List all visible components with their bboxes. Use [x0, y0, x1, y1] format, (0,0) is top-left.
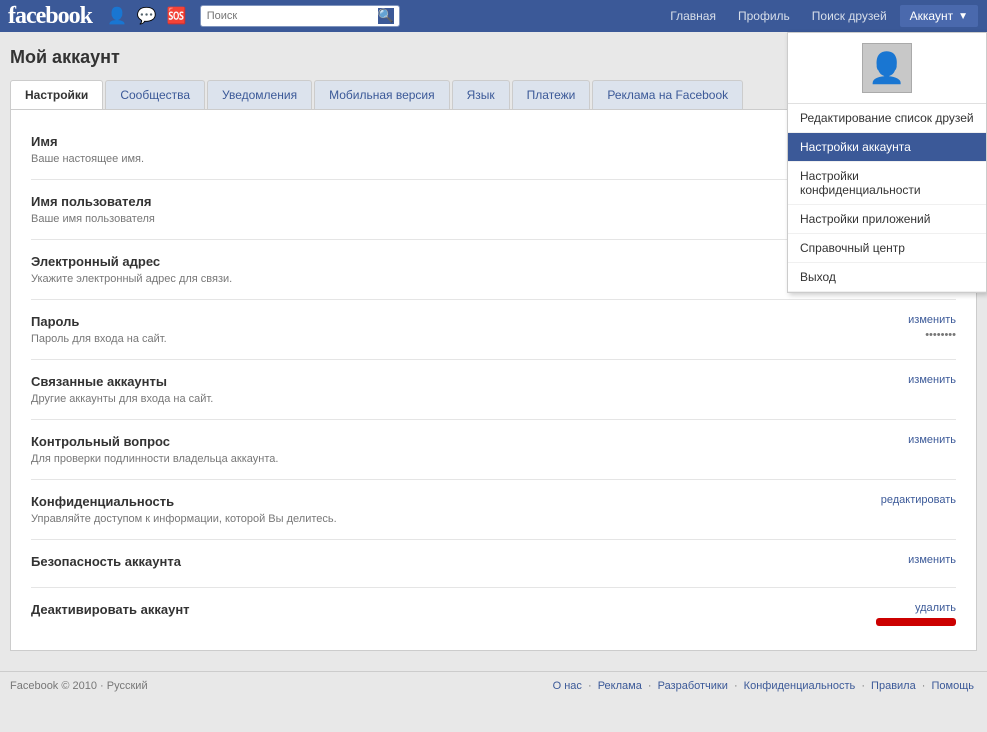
nav-find-friends[interactable]: Поиск друзей: [802, 4, 897, 28]
nav-home[interactable]: Главная: [660, 4, 726, 28]
nav-profile[interactable]: Профиль: [728, 4, 800, 28]
setting-password: Пароль Пароль для входа на сайт. изменит…: [31, 300, 956, 360]
setting-linked-accounts-left: Связанные аккаунты Другие аккаунты для в…: [31, 374, 836, 405]
setting-linked-accounts-action[interactable]: изменить: [908, 374, 956, 386]
facebook-logo: facebook: [8, 3, 92, 30]
dropdown-edit-friends[interactable]: Редактирование список друзей: [788, 104, 986, 133]
setting-username-desc: Ваше имя пользователя: [31, 213, 836, 225]
footer: Facebook © 2010 · Русский О нас · Реклам…: [0, 671, 987, 700]
setting-privacy-action[interactable]: редактировать: [881, 494, 956, 506]
dropdown-help[interactable]: Справочный центр: [788, 234, 986, 263]
setting-privacy-desc: Управляйте доступом к информации, которо…: [31, 513, 836, 525]
setting-deactivate: Деактивировать аккаунт удалить: [31, 588, 956, 640]
tab-notifications[interactable]: Уведомления: [207, 80, 312, 109]
setting-deactivate-left: Деактивировать аккаунт: [31, 602, 836, 621]
setting-security-question: Контрольный вопрос Для проверки подлинно…: [31, 420, 956, 480]
footer-link-about[interactable]: О нас: [553, 680, 582, 692]
setting-account-security-action[interactable]: изменить: [908, 554, 956, 566]
setting-username-left: Имя пользователя Ваше имя пользователя: [31, 194, 836, 225]
setting-account-security-right: изменить: [836, 554, 956, 566]
tab-communities[interactable]: Сообщества: [105, 80, 205, 109]
footer-links: О нас · Реклама · Разработчики · Конфиде…: [550, 680, 977, 692]
setting-security-question-action[interactable]: изменить: [908, 434, 956, 446]
setting-account-security: Безопасность аккаунта изменить: [31, 540, 956, 588]
avatar: 👤: [862, 43, 912, 93]
setting-linked-accounts-right: изменить: [836, 374, 956, 386]
setting-deactivate-action[interactable]: удалить: [915, 602, 956, 614]
footer-link-privacy[interactable]: Конфиденциальность: [744, 680, 856, 692]
account-button[interactable]: Аккаунт ▼: [899, 4, 979, 28]
setting-name-left: Имя Ваше настоящее имя.: [31, 134, 836, 165]
search-box: 🔍: [200, 5, 394, 27]
setting-name-desc: Ваше настоящее имя.: [31, 153, 836, 165]
setting-password-value: ••••••••: [925, 329, 956, 341]
account-dropdown: 👤 Редактирование список друзей Настройки…: [787, 32, 987, 293]
setting-security-question-desc: Для проверки подлинности владельца аккау…: [31, 453, 836, 465]
setting-deactivate-title: Деактивировать аккаунт: [31, 602, 836, 617]
dropdown-app-settings[interactable]: Настройки приложений: [788, 205, 986, 234]
footer-link-help[interactable]: Помощь: [932, 680, 975, 692]
setting-deactivate-right: удалить: [836, 602, 956, 626]
setting-security-question-left: Контрольный вопрос Для проверки подлинно…: [31, 434, 836, 465]
setting-account-security-title: Безопасность аккаунта: [31, 554, 836, 569]
setting-privacy-right: редактировать: [836, 494, 956, 506]
footer-link-developers[interactable]: Разработчики: [658, 680, 728, 692]
setting-privacy-title: Конфиденциальность: [31, 494, 836, 509]
footer-link-ads[interactable]: Реклама: [598, 680, 642, 692]
setting-password-desc: Пароль для входа на сайт.: [31, 333, 836, 345]
footer-link-rules[interactable]: Правила: [871, 680, 916, 692]
setting-privacy: Конфиденциальность Управляйте доступом к…: [31, 480, 956, 540]
setting-linked-accounts-title: Связанные аккаунты: [31, 374, 836, 389]
setting-security-question-right: изменить: [836, 434, 956, 446]
setting-email-left: Электронный адрес Укажите электронный ад…: [31, 254, 836, 285]
setting-password-action[interactable]: изменить: [908, 314, 956, 326]
dropdown-privacy-settings[interactable]: Настройки конфиденциальности: [788, 162, 986, 205]
tab-ads[interactable]: Реклама на Facebook: [592, 80, 743, 109]
setting-email-title: Электронный адрес: [31, 254, 836, 269]
setting-email-desc: Укажите электронный адрес для связи.: [31, 273, 836, 285]
setting-linked-accounts-desc: Другие аккаунты для входа на сайт.: [31, 393, 836, 405]
setting-password-left: Пароль Пароль для входа на сайт.: [31, 314, 836, 345]
setting-linked-accounts: Связанные аккаунты Другие аккаунты для в…: [31, 360, 956, 420]
search-input[interactable]: [200, 5, 400, 27]
search-button[interactable]: 🔍: [378, 8, 394, 24]
delete-bar: [876, 618, 956, 626]
avatar-container: 👤: [788, 33, 986, 104]
footer-copyright: Facebook © 2010 · Русский: [10, 680, 148, 692]
messages-icon[interactable]: 💬: [137, 6, 157, 26]
setting-username-title: Имя пользователя: [31, 194, 836, 209]
account-label: Аккаунт: [910, 9, 953, 23]
chevron-down-icon: ▼: [958, 11, 968, 22]
nav-links: Главная Профиль Поиск друзей Аккаунт ▼: [660, 4, 979, 28]
tab-mobile[interactable]: Мобильная версия: [314, 80, 450, 109]
setting-privacy-left: Конфиденциальность Управляйте доступом к…: [31, 494, 836, 525]
setting-password-right: изменить ••••••••: [836, 314, 956, 341]
friends-icon[interactable]: 👤: [107, 6, 127, 26]
setting-name-title: Имя: [31, 134, 836, 149]
tab-settings[interactable]: Настройки: [10, 80, 103, 109]
tab-language[interactable]: Язык: [452, 80, 510, 109]
tab-payments[interactable]: Платежи: [512, 80, 591, 109]
dropdown-account-settings[interactable]: Настройки аккаунта: [788, 133, 986, 162]
notifications-bell-icon[interactable]: 🆘: [167, 6, 187, 26]
dropdown-logout[interactable]: Выход: [788, 263, 986, 292]
setting-password-title: Пароль: [31, 314, 836, 329]
top-navigation: facebook 👤 💬 🆘 🔍 Главная Профиль Поиск д…: [0, 0, 987, 32]
setting-account-security-left: Безопасность аккаунта: [31, 554, 836, 573]
setting-security-question-title: Контрольный вопрос: [31, 434, 836, 449]
